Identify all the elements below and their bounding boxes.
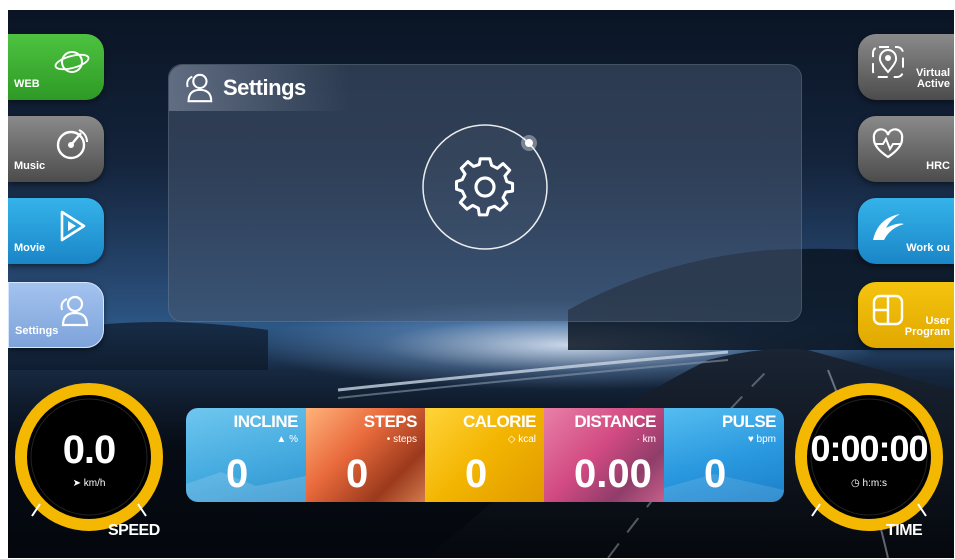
workout-button[interactable]: Work ou (858, 198, 954, 264)
virtual-active-label: Virtual Active (915, 67, 950, 90)
stat-unit: ◇ kcal (507, 434, 536, 445)
stat-unit: ♥ bpm (747, 434, 776, 445)
movie-label: Movie (14, 242, 46, 254)
music-label: Music (14, 160, 46, 172)
users-icon (186, 73, 213, 103)
music-button[interactable]: Music (8, 116, 104, 182)
grid-icon (872, 294, 904, 326)
time-dial: 0:00:00 ◷ h:m:s (794, 382, 944, 532)
virtual-active-button[interactable]: Virtual Active (858, 34, 954, 100)
route-icon: · (636, 434, 640, 445)
globe-icon (54, 51, 90, 73)
user-program-label: User Program (904, 315, 950, 338)
gear-icon[interactable] (419, 121, 551, 253)
stat-pulse: PULSE ♥ bpm 0 (664, 408, 784, 502)
music-disc-icon (56, 129, 88, 160)
settings-button[interactable]: Settings (8, 282, 104, 348)
stat-value: 0 (704, 452, 727, 496)
time-label: TIME (886, 522, 923, 539)
treadmill-screen: WEB Music Movie Settings Virtual Active … (8, 10, 954, 558)
hrc-button[interactable]: HRC (858, 116, 954, 182)
stat-unit: • steps (386, 434, 417, 445)
stat-name: STEPS (363, 412, 418, 431)
time-unit: ◷ h:m:s (851, 478, 887, 489)
web-button[interactable]: WEB (8, 34, 104, 100)
web-label: WEB (14, 78, 40, 90)
stat-name: CALORIE (463, 412, 537, 431)
panel-title: Settings (223, 75, 306, 100)
speed-dial: 0.0 ➤ km/h (14, 382, 164, 532)
stat-value: 0 (346, 452, 369, 496)
panel-header: Settings (169, 65, 349, 111)
wave-icon (873, 214, 904, 240)
stat-value: 0 (226, 452, 249, 496)
stat-value: 0 (465, 452, 488, 496)
stat-calorie: CALORIE ◇ kcal 0 (425, 408, 544, 502)
speed-unit: ➤ km/h (72, 478, 106, 489)
stat-name: DISTANCE (574, 412, 656, 431)
stat-steps: STEPS • steps 0 (306, 408, 425, 502)
play-icon (60, 210, 86, 242)
stats-bar: INCLINE ▲ % 0 STEPS • steps 0 CALORIE ◇ … (186, 408, 784, 502)
stat-name: PULSE (721, 412, 777, 431)
users-icon (60, 295, 89, 327)
mountain-icon: ▲ (276, 434, 287, 445)
runner-icon: ➤ (72, 478, 81, 489)
user-program-button[interactable]: User Program (858, 282, 954, 348)
clock-icon: ◷ (851, 478, 860, 489)
stat-distance: DISTANCE · km 0.00 (544, 408, 664, 502)
heart-pulse-icon (872, 128, 904, 159)
stat-unit: · km (636, 434, 656, 445)
workout-label: Work ou (906, 242, 950, 254)
speed-value: 0.0 (62, 428, 117, 472)
settings-panel: Settings (168, 64, 802, 322)
heart-icon: ♥ (747, 434, 754, 445)
hrc-label: HRC (926, 160, 950, 172)
stat-unit: ▲ % (276, 434, 298, 445)
location-pin-icon (872, 46, 904, 78)
speed-label: SPEED (108, 522, 160, 539)
flame-icon: ◇ (507, 434, 516, 445)
time-value: 0:00:00 (810, 428, 928, 469)
stat-incline: INCLINE ▲ % 0 (186, 408, 306, 502)
stat-value: 0.00 (574, 452, 652, 496)
footprint-icon: • (386, 434, 391, 445)
settings-label: Settings (15, 325, 59, 337)
stat-name: INCLINE (233, 412, 299, 431)
movie-button[interactable]: Movie (8, 198, 104, 264)
